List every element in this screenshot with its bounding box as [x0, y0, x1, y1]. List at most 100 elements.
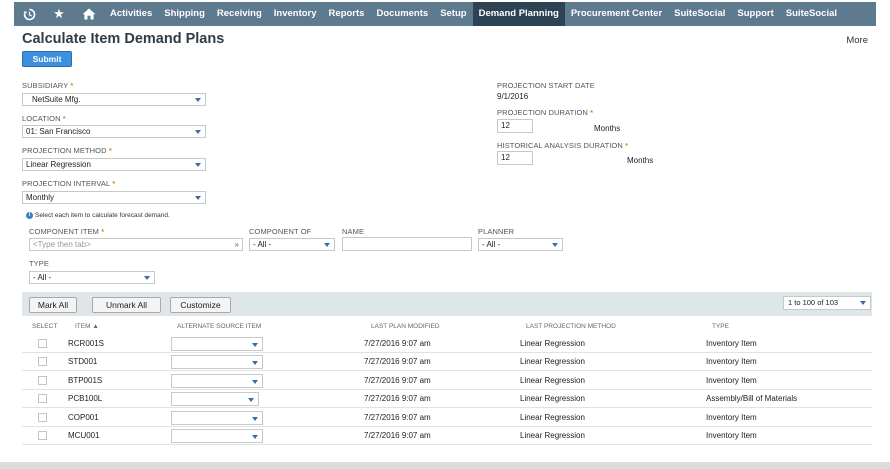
item-cell: BTP001S: [68, 375, 103, 385]
type-label: TYPE: [29, 259, 49, 268]
alternate-source-select[interactable]: [171, 355, 263, 370]
type-cell: Inventory Item: [706, 375, 757, 385]
projection-start-date-label: PROJECTION START DATE: [497, 81, 595, 90]
last-plan-cell: 7/27/2016 9:07 am: [364, 357, 431, 367]
star-icon[interactable]: ★: [44, 2, 74, 26]
nav-item[interactable]: Documents: [370, 2, 434, 26]
type-cell: Inventory Item: [706, 412, 757, 422]
top-nav: ★ Activities Shipping Receiving Inventory Re…: [14, 2, 876, 26]
recent-icon[interactable]: [14, 2, 44, 26]
method-cell: Linear Regression: [520, 339, 585, 348]
component-item-input[interactable]: <Type then tab>»: [29, 238, 243, 251]
customize-button[interactable]: Customize: [170, 297, 231, 313]
nav-item[interactable]: Procurement Center: [565, 2, 668, 26]
dropdown-caret-icon: [252, 416, 258, 421]
dropdown-caret-icon: [252, 379, 258, 384]
dropdown-caret-icon: [195, 98, 201, 102]
submit-button[interactable]: Submit: [22, 51, 72, 67]
method-cell: Linear Regression: [520, 357, 585, 367]
last-plan-cell: 7/27/2016 9:07 am: [364, 339, 431, 348]
dropdown-caret-icon: [248, 398, 254, 403]
dropdown-caret-icon: [552, 243, 558, 247]
component-of-select[interactable]: - All -: [249, 238, 335, 251]
nav-item[interactable]: Support: [731, 2, 779, 26]
row-checkbox[interactable]: [38, 375, 47, 385]
nav-item[interactable]: Setup: [434, 2, 472, 26]
alternate-source-select[interactable]: [171, 429, 263, 443]
item-cell: MCU001: [68, 431, 100, 440]
dropdown-caret-icon: [324, 243, 330, 247]
table-row: PCB100L 7/27/2016 9:07 am Linear Regressio…: [22, 390, 872, 409]
row-checkbox[interactable]: [38, 357, 47, 367]
subsidiary-select[interactable]: NetSuite Mfg.: [22, 93, 206, 106]
home-icon[interactable]: [74, 2, 104, 26]
nav-item[interactable]: Inventory: [268, 2, 323, 26]
row-checkbox[interactable]: [38, 431, 47, 440]
alternate-source-select[interactable]: [171, 373, 263, 388]
nav-item[interactable]: Shipping: [158, 2, 211, 26]
table-row: BTP001S 7/27/2016 9:07 am Linear Regressio…: [22, 372, 872, 390]
dropdown-caret-icon: [144, 276, 150, 280]
name-input[interactable]: [342, 237, 472, 251]
projection-interval-select[interactable]: Monthly: [22, 191, 206, 204]
header-alternate-source[interactable]: ALTERNATE SOURCE ITEM: [177, 323, 261, 330]
more-link[interactable]: More: [846, 35, 868, 46]
nav-item[interactable]: Reports: [323, 2, 371, 26]
type-cell: Assembly/Bill of Materials: [706, 394, 798, 404]
header-item[interactable]: ITEM ▲: [75, 323, 99, 330]
location-select[interactable]: 01: San Francisco: [22, 125, 206, 138]
last-plan-cell: 7/27/2016 9:07 am: [364, 431, 431, 440]
header-last-plan-modified[interactable]: LAST PLAN MODIFIED: [371, 323, 440, 330]
header-last-projection-method[interactable]: LAST PROJECTION METHOD: [526, 323, 616, 330]
historical-duration-input[interactable]: 12: [497, 151, 533, 165]
projection-duration-label: PROJECTION DURATION *: [497, 108, 594, 117]
component-of-label: COMPONENT OF: [249, 227, 312, 236]
header-type[interactable]: TYPE: [712, 323, 729, 330]
projection-start-date-value: 9/1/2016: [497, 92, 529, 101]
dropdown-caret-icon: [195, 130, 201, 134]
alternate-source-select[interactable]: [171, 392, 259, 407]
method-cell: Linear Regression: [520, 394, 585, 404]
row-checkbox[interactable]: [38, 339, 47, 348]
projection-method-select[interactable]: Linear Regression: [22, 158, 206, 171]
table-row: STD001 7/27/2016 9:07 am Linear Regression…: [22, 353, 872, 372]
row-checkbox[interactable]: [38, 412, 47, 422]
subsidiary-label: SUBSIDIARY *: [22, 81, 74, 90]
double-chevron-icon[interactable]: »: [235, 239, 239, 250]
row-checkbox[interactable]: [38, 394, 47, 404]
component-item-label: COMPONENT ITEM *: [29, 227, 105, 236]
dropdown-caret-icon: [860, 301, 866, 305]
projection-duration-input[interactable]: 12: [497, 119, 533, 133]
type-cell: Inventory Item: [706, 339, 757, 348]
type-select[interactable]: - All -: [29, 271, 155, 284]
item-cell: RCR001S: [68, 339, 105, 348]
projection-method-label: PROJECTION METHOD *: [22, 146, 112, 155]
bottom-bar: [0, 462, 890, 469]
dropdown-caret-icon: [252, 361, 258, 366]
planner-select[interactable]: - All -: [478, 238, 563, 251]
mark-all-button[interactable]: Mark All: [29, 297, 77, 313]
method-cell: Linear Regression: [520, 412, 585, 422]
location-label: LOCATION *: [22, 114, 66, 123]
dropdown-caret-icon: [195, 163, 201, 167]
method-cell: Linear Regression: [520, 375, 585, 385]
dropdown-caret-icon: [252, 343, 258, 347]
nav-item[interactable]: SuiteSocial: [780, 2, 843, 26]
alternate-source-select[interactable]: [171, 410, 263, 425]
alternate-source-select[interactable]: [171, 337, 263, 351]
page-title: Calculate Item Demand Plans: [22, 31, 225, 47]
nav-item[interactable]: Demand Planning: [472, 2, 565, 26]
info-icon: i: [26, 212, 33, 219]
planner-label: PLANNER: [478, 227, 515, 236]
table-row: COP001 7/27/2016 9:07 am Linear Regression…: [22, 409, 872, 427]
nav-item[interactable]: SuiteSocial: [668, 2, 731, 26]
type-cell: Inventory Item: [706, 357, 757, 367]
last-plan-cell: 7/27/2016 9:07 am: [364, 394, 431, 404]
nav-item[interactable]: Receiving: [211, 2, 268, 26]
nav-item[interactable]: Activities: [104, 2, 158, 26]
unmark-all-button[interactable]: Unmark All: [92, 297, 161, 313]
historical-duration-unit: Months: [627, 156, 654, 165]
projection-duration-unit: Months: [594, 124, 621, 133]
last-plan-cell: 7/27/2016 9:07 am: [364, 412, 431, 422]
pager-select[interactable]: 1 to 100 of 103: [783, 296, 871, 310]
